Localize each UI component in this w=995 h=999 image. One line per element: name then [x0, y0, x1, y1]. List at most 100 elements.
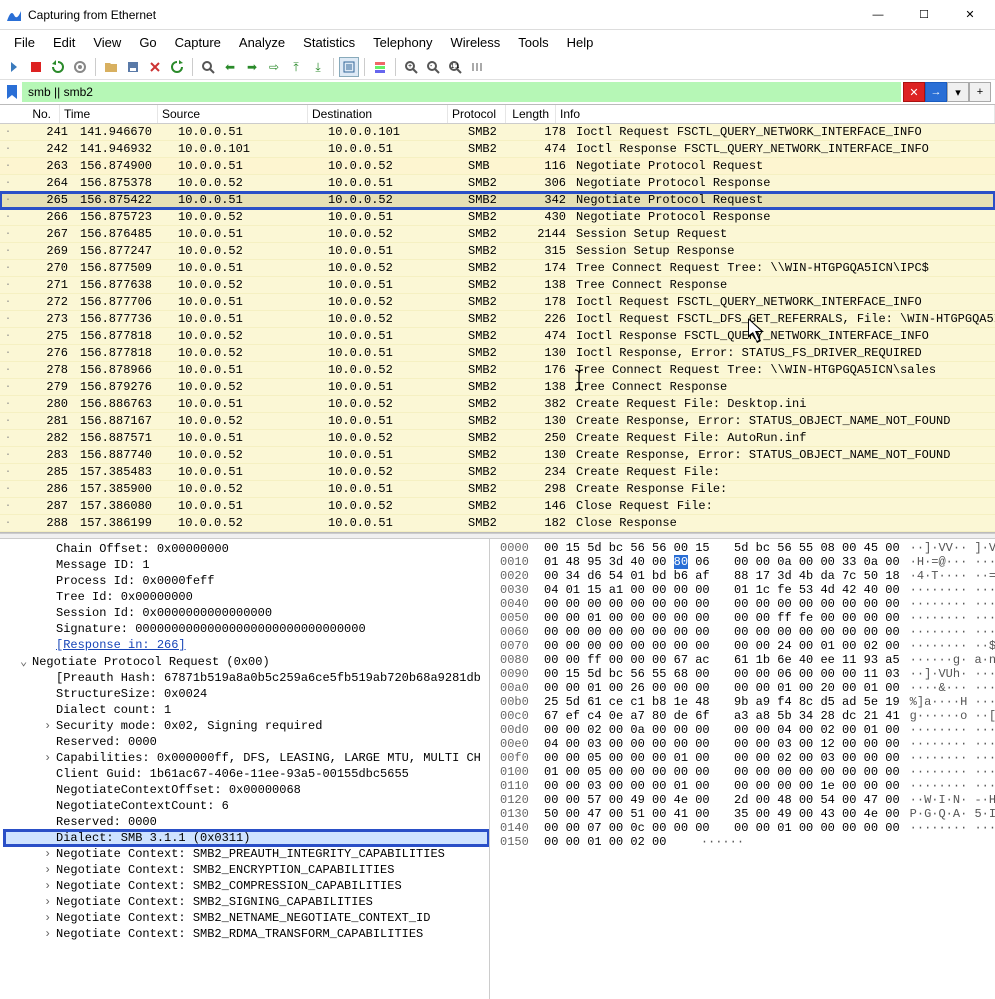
packet-row[interactable]: ·263156.87490010.0.0.5110.0.0.52SMB116Ne…	[0, 158, 995, 175]
tree-node[interactable]: Process Id: 0x0000feff	[4, 573, 489, 589]
tree-node[interactable]: Session Id: 0x0000000000000000	[4, 605, 489, 621]
packet-row[interactable]: ·242141.94693210.0.0.10110.0.0.51SMB2474…	[0, 141, 995, 158]
packet-row[interactable]: ·288157.38619910.0.0.5210.0.0.51SMB2182C…	[0, 515, 995, 532]
hex-row[interactable]: 013050 00 47 00 51 00 41 00 35 00 49 00 …	[500, 807, 995, 821]
menu-analyze[interactable]: Analyze	[231, 32, 293, 53]
bookmark-filter-icon[interactable]	[4, 84, 20, 100]
packet-row[interactable]: ·279156.87927610.0.0.5210.0.0.51SMB2138T…	[0, 379, 995, 396]
packet-row[interactable]: ·271156.87763810.0.0.5210.0.0.51SMB2138T…	[0, 277, 995, 294]
hex-row[interactable]: 000000 15 5d bc 56 56 00 15 5d bc 56 55 …	[500, 541, 995, 555]
packet-row[interactable]: ·267156.87648510.0.0.5110.0.0.52SMB22144…	[0, 226, 995, 243]
packet-row[interactable]: ·265156.87542210.0.0.5110.0.0.52SMB2342N…	[0, 192, 995, 209]
packet-row[interactable]: ·278156.87896610.0.0.5110.0.0.52SMB2176T…	[0, 362, 995, 379]
menu-telephony[interactable]: Telephony	[365, 32, 440, 53]
hex-row[interactable]: 007000 00 00 00 00 00 00 00 00 00 24 00 …	[500, 639, 995, 653]
tree-node[interactable]: Negotiate Protocol Request (0x00)	[4, 653, 489, 670]
go-last-icon[interactable]: ⤓	[308, 57, 328, 77]
tree-node[interactable]: [Preauth Hash: 67871b519a8a0b5c259a6ce5f…	[4, 670, 489, 686]
hex-row[interactable]: 00a000 00 01 00 26 00 00 00 00 00 01 00 …	[500, 681, 995, 695]
menu-wireless[interactable]: Wireless	[442, 32, 508, 53]
hex-row[interactable]: 008000 00 ff 00 00 00 67 ac 61 1b 6e 40 …	[500, 653, 995, 667]
minimize-button[interactable]: —	[855, 0, 901, 30]
start-capture-icon[interactable]	[4, 57, 24, 77]
tree-node[interactable]: Reserved: 0000	[4, 734, 489, 750]
menu-tools[interactable]: Tools	[510, 32, 556, 53]
tree-node[interactable]: NegotiateContextCount: 6	[4, 798, 489, 814]
packet-row[interactable]: ·269156.87724710.0.0.5210.0.0.51SMB2315S…	[0, 243, 995, 260]
tree-node[interactable]: Capabilities: 0x000000ff, DFS, LEASING, …	[4, 750, 489, 766]
colorize-icon[interactable]	[370, 57, 390, 77]
menu-edit[interactable]: Edit	[45, 32, 83, 53]
save-file-icon[interactable]	[123, 57, 143, 77]
tree-node[interactable]: Dialect count: 1	[4, 702, 489, 718]
column-header[interactable]: Protocol	[448, 105, 506, 123]
menu-view[interactable]: View	[85, 32, 129, 53]
menu-help[interactable]: Help	[559, 32, 602, 53]
packet-row[interactable]: ·266156.87572310.0.0.5210.0.0.51SMB2430N…	[0, 209, 995, 226]
go-to-packet-icon[interactable]: ⇨	[264, 57, 284, 77]
open-file-icon[interactable]	[101, 57, 121, 77]
hex-row[interactable]: 005000 00 01 00 00 00 00 00 00 00 ff fe …	[500, 611, 995, 625]
packet-row[interactable]: ·272156.87770610.0.0.5110.0.0.52SMB2178I…	[0, 294, 995, 311]
hex-row[interactable]: 012000 00 57 00 49 00 4e 00 2d 00 48 00 …	[500, 793, 995, 807]
hex-row[interactable]: 009000 15 5d bc 56 55 68 00 00 00 06 00 …	[500, 667, 995, 681]
packet-list-header[interactable]: No.TimeSourceDestinationProtocolLengthIn…	[0, 105, 995, 124]
find-packet-icon[interactable]	[198, 57, 218, 77]
packet-row[interactable]: ·283156.88774010.0.0.5210.0.0.51SMB2130C…	[0, 447, 995, 464]
packet-bytes-pane[interactable]: 000000 15 5d bc 56 56 00 15 5d bc 56 55 …	[490, 539, 995, 999]
tree-node[interactable]: Negotiate Context: SMB2_PREAUTH_INTEGRIT…	[4, 846, 489, 862]
go-back-icon[interactable]: ⬅	[220, 57, 240, 77]
hex-row[interactable]: 006000 00 00 00 00 00 00 00 00 00 00 00 …	[500, 625, 995, 639]
hex-row[interactable]: 00d000 00 02 00 0a 00 00 00 00 00 04 00 …	[500, 723, 995, 737]
close-button[interactable]: ✕	[947, 0, 993, 30]
packet-row[interactable]: ·282156.88757110.0.0.5110.0.0.52SMB2250C…	[0, 430, 995, 447]
go-forward-icon[interactable]: ➡	[242, 57, 262, 77]
tree-node[interactable]: StructureSize: 0x0024	[4, 686, 489, 702]
capture-options-icon[interactable]	[70, 57, 90, 77]
tree-node[interactable]: Chain Offset: 0x00000000	[4, 541, 489, 557]
tree-node[interactable]: Negotiate Context: SMB2_COMPRESSION_CAPA…	[4, 878, 489, 894]
hex-row[interactable]: 00b025 5d 61 ce c1 b8 1e 48 9b a9 f4 8c …	[500, 695, 995, 709]
column-header[interactable]: Info	[556, 105, 995, 123]
packet-row[interactable]: ·275156.87781810.0.0.5210.0.0.51SMB2474I…	[0, 328, 995, 345]
zoom-in-icon[interactable]: +	[401, 57, 421, 77]
hex-row[interactable]: 003004 01 15 a1 00 00 00 00 01 1c fe 53 …	[500, 583, 995, 597]
zoom-reset-icon[interactable]: 1:1	[445, 57, 465, 77]
hex-row[interactable]: 015000 00 01 00 02 00 ······	[500, 835, 995, 849]
restart-capture-icon[interactable]	[48, 57, 68, 77]
hex-row[interactable]: 014000 00 07 00 0c 00 00 00 00 00 01 00 …	[500, 821, 995, 835]
tree-node[interactable]: Security mode: 0x02, Signing required	[4, 718, 489, 734]
hex-row[interactable]: 004000 00 00 00 00 00 00 00 00 00 00 00 …	[500, 597, 995, 611]
zoom-out-icon[interactable]: -	[423, 57, 443, 77]
add-filter-button[interactable]: +	[969, 82, 991, 102]
tree-node[interactable]: Negotiate Context: SMB2_RDMA_TRANSFORM_C…	[4, 926, 489, 942]
close-file-icon[interactable]	[145, 57, 165, 77]
packet-row[interactable]: ·241141.94667010.0.0.5110.0.0.101SMB2178…	[0, 124, 995, 141]
column-header[interactable]: Time	[60, 105, 158, 123]
column-header[interactable]: Length	[506, 105, 556, 123]
column-header[interactable]: No.	[0, 105, 60, 123]
menu-statistics[interactable]: Statistics	[295, 32, 363, 53]
go-first-icon[interactable]: ⤒	[286, 57, 306, 77]
resize-columns-icon[interactable]	[467, 57, 487, 77]
hex-row[interactable]: 010001 00 05 00 00 00 00 00 00 00 00 00 …	[500, 765, 995, 779]
tree-node[interactable]: Reserved: 0000	[4, 814, 489, 830]
tree-node[interactable]: Tree Id: 0x00000000	[4, 589, 489, 605]
packet-row[interactable]: ·281156.88716710.0.0.5210.0.0.51SMB2130C…	[0, 413, 995, 430]
tree-node[interactable]: [Response in: 266]	[4, 637, 489, 653]
packet-row[interactable]: ·287157.38608010.0.0.5110.0.0.52SMB2146C…	[0, 498, 995, 515]
tree-node[interactable]: Negotiate Context: SMB2_SIGNING_CAPABILI…	[4, 894, 489, 910]
packet-details-pane[interactable]: Chain Offset: 0x00000000Message ID: 1Pro…	[0, 539, 490, 999]
column-header[interactable]: Destination	[308, 105, 448, 123]
packet-row[interactable]: ·285157.38548310.0.0.5110.0.0.52SMB2234C…	[0, 464, 995, 481]
menu-capture[interactable]: Capture	[167, 32, 229, 53]
tree-node[interactable]: NegotiateContextOffset: 0x00000068	[4, 782, 489, 798]
menu-go[interactable]: Go	[131, 32, 164, 53]
stop-capture-icon[interactable]	[26, 57, 46, 77]
clear-filter-button[interactable]: ✕	[903, 82, 925, 102]
packet-row[interactable]: ·270156.87750910.0.0.5110.0.0.52SMB2174T…	[0, 260, 995, 277]
hex-row[interactable]: 001001 48 95 3d 40 00 80 06 00 00 0a 00 …	[500, 555, 995, 569]
tree-node[interactable]: Signature: 00000000000000000000000000000…	[4, 621, 489, 637]
hex-row[interactable]: 011000 00 03 00 00 00 01 00 00 00 00 00 …	[500, 779, 995, 793]
tree-node[interactable]: Dialect: SMB 3.1.1 (0x0311)	[4, 830, 489, 846]
